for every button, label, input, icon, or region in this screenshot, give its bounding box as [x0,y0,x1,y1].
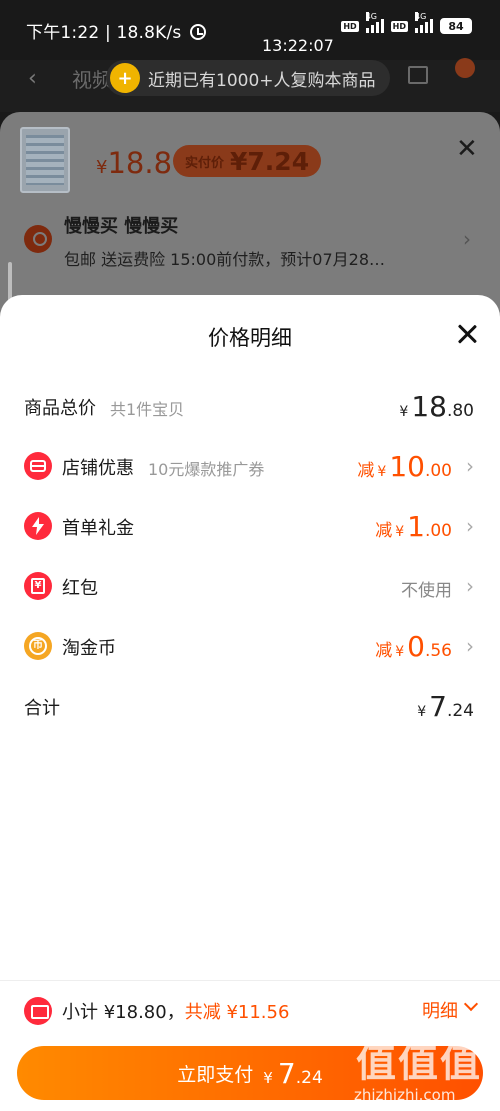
row-total-goods: 商品总价 共1件宝贝 ¥ 18 .80 [0,386,500,426]
address-chevron-icon[interactable]: › [463,227,471,251]
plus-badge-icon: + [110,63,140,93]
status-right: HD 4G HD 4G 84 [341,12,472,34]
chevron-right-icon: › [466,454,474,478]
red-envelope-icon: ¥ [24,572,52,600]
row-sub: 共1件宝贝 [110,400,185,419]
row-label: 首单礼金 [62,518,134,539]
row-amount: ¥ 18 .80 [399,390,474,423]
shop-coupon-icon [24,452,52,480]
cart-icon[interactable] [408,66,428,84]
shipping-info: 包邮 送运费险 15:00前付款，预计07月28… [64,250,386,269]
footer-divider [0,980,500,981]
detail-toggle[interactable]: 明细 [422,997,458,1023]
subtotal-amount: 小计 ¥18.80， [62,1002,185,1023]
row-first-order-gift[interactable]: 首单礼金 减 ¥ 1 .00 › [0,506,500,546]
pay-now-button[interactable]: 立即支付 ¥ 7.24 [17,1046,483,1100]
signal-icon: 4G [365,12,384,33]
toast-text: 近期已有1000+人复购本商品 [148,70,376,91]
row-sub: 10元爆款推广券 [148,460,265,479]
notification-dot-icon [455,58,475,78]
lightning-icon [24,512,52,540]
ticket-icon [24,997,52,1025]
sheet-title: 价格明细 [208,326,292,350]
repurchase-toast: + 近期已有1000+人复购本商品 [106,60,390,96]
row-amount: 减 ¥ 1 .00 [375,510,452,543]
subtotal-text: 小计 ¥18.80，共减 ¥11.56 [62,998,289,1024]
row-red-envelope[interactable]: ¥ 红包 不使用 › [0,566,500,606]
hd-icon-2: HD [390,20,408,32]
recipient-name[interactable]: 慢慢买 慢慢买 [64,212,178,238]
pay-label: 立即支付 [177,1063,254,1086]
row-amount: 不使用 [401,581,452,601]
row-label: 商品总价 [24,398,96,419]
row-label: 红包 [62,578,98,599]
row-label: 合计 [24,698,60,719]
actual-price-pill: 实付价 ¥7.24 [173,145,322,177]
row-label: 店铺优惠 [62,458,134,479]
row-amount: ¥ 7 .24 [417,690,474,723]
gold-coin-icon: 币 [24,632,52,660]
actual-price-label: 实付价 [185,155,225,171]
signal-icon-2: 4G [415,12,433,33]
product-price: ¥18.8 [96,146,173,180]
row-taobao-coins[interactable]: 币 淘金币 减 ¥ 0 .56 › [0,626,500,666]
total-reduction: 共减 ¥11.56 [184,1002,290,1023]
battery-icon: 84 [440,18,472,34]
chevron-right-icon: › [466,574,474,598]
row-grand-total: 合计 ¥ 7 .24 [0,686,500,726]
pay-amount: ¥ 7.24 [263,1056,323,1090]
status-time-speed: 下午1:22 | 18.8K/s [26,23,182,43]
status-bar: 下午1:22 | 18.8K/s 13:22:07 HD 4G HD 4G 84 [0,0,500,60]
location-icon [24,225,52,253]
row-amount: 减 ¥ 10 .00 [357,450,452,483]
hd-icon: HD [341,20,359,32]
chevron-right-icon: › [466,634,474,658]
alarm-icon [190,24,207,40]
order-close-icon[interactable]: ✕ [456,134,478,164]
row-shop-discount[interactable]: 店铺优惠 10元爆款推广券 减 ¥ 10 .00 › [0,446,500,486]
status-left: 下午1:22 | 18.8K/s [26,18,207,43]
product-thumbnail [20,127,70,193]
row-amount: 减 ¥ 0 .56 [375,630,452,663]
status-clock: 13:22:07 [262,36,334,55]
row-label: 淘金币 [62,638,116,659]
actual-price-value: ¥7.24 [230,146,310,176]
back-icon[interactable]: ‹ [28,66,37,91]
close-icon[interactable] [456,323,478,345]
chevron-right-icon: › [466,514,474,538]
